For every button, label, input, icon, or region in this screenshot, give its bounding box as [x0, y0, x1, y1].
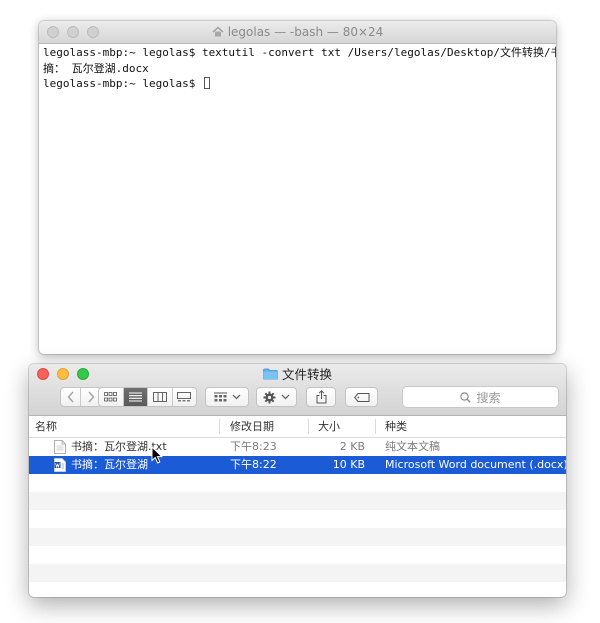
empty-row [29, 564, 566, 582]
gallery-view-button[interactable] [173, 388, 197, 406]
column-header-date[interactable]: 修改日期 [230, 416, 274, 437]
file-date: 下午8:22 [230, 458, 277, 471]
group-grid-icon [213, 392, 227, 402]
terminal-cursor [203, 77, 210, 89]
column-divider[interactable] [308, 419, 309, 434]
file-list: 书摘：瓦尔登湖.txt 下午8:23 2 KB 纯文本文稿 书摘：瓦尔登湖 下午… [29, 438, 566, 597]
file-name: 书摘：瓦尔登湖 [71, 458, 148, 471]
list-view-icon [128, 392, 142, 402]
chevron-down-icon [232, 394, 240, 400]
back-button[interactable] [61, 388, 82, 406]
edit-tags-button[interactable] [345, 387, 378, 407]
terminal-titlebar: legolas — -bash — 80×24 [39, 21, 556, 44]
nav-buttons [60, 387, 102, 407]
folder-icon [263, 368, 278, 380]
list-view-button[interactable] [123, 388, 148, 406]
finder-title: 文件转换 [29, 365, 566, 384]
file-kind: Microsoft Word document (.docx) [385, 458, 566, 471]
empty-row [29, 492, 566, 510]
empty-row [29, 474, 566, 492]
empty-row [29, 546, 566, 564]
share-icon [316, 390, 326, 404]
terminal-line: legolass-mbp:~ legolas$ textutil -conver… [43, 46, 556, 59]
column-header-name[interactable]: 名称 [35, 416, 57, 437]
file-kind: 纯文本文稿 [385, 440, 440, 453]
file-size: 2 KB [339, 440, 365, 453]
file-row[interactable]: 书摘：瓦尔登湖.txt 下午8:23 2 KB 纯文本文稿 [29, 438, 566, 456]
column-view-button[interactable] [148, 388, 173, 406]
search-placeholder: 搜索 [476, 390, 501, 405]
column-header-bar: 名称 修改日期 大小 种类 [29, 416, 566, 438]
column-header-size[interactable]: 大小 [318, 416, 340, 437]
terminal-title-text: legolas — -bash — 80×24 [227, 25, 384, 39]
terminal-line: 摘： 瓦尔登湖.docx [43, 61, 149, 75]
search-icon [460, 391, 472, 403]
column-header-kind[interactable]: 种类 [385, 416, 407, 437]
chevron-down-icon [281, 394, 290, 400]
home-icon [212, 26, 224, 37]
chevron-left-icon [67, 391, 74, 403]
view-mode-control [98, 387, 197, 407]
terminal-output[interactable]: legolass-mbp:~ legolas$ textutil -conver… [39, 44, 556, 93]
file-date: 下午8:23 [230, 440, 277, 453]
empty-row [29, 528, 566, 546]
gear-icon [263, 391, 276, 403]
column-view-icon [152, 392, 167, 402]
column-divider[interactable] [375, 419, 376, 434]
file-row-selected[interactable]: 书摘：瓦尔登湖 下午8:22 10 KB Microsoft Word docu… [29, 456, 566, 474]
tag-icon [353, 392, 369, 402]
empty-row [29, 510, 566, 528]
terminal-prompt: legolass-mbp:~ legolas$ [43, 77, 202, 90]
action-menu-button[interactable] [256, 387, 297, 407]
text-file-icon [54, 440, 66, 454]
icon-view-button[interactable] [99, 388, 124, 406]
empty-row [29, 582, 566, 597]
file-size: 10 KB [332, 458, 365, 471]
terminal-prompt-line: legolass-mbp:~ legolas$ [43, 76, 552, 92]
column-divider[interactable] [219, 419, 220, 434]
search-field[interactable]: 搜索 [402, 386, 559, 408]
terminal-title: legolas — -bash — 80×24 [39, 21, 556, 43]
terminal-window: legolas — -bash — 80×24 legolass-mbp:~ l… [39, 21, 556, 354]
mouse-pointer-icon [151, 446, 163, 464]
finder-window: 文件转换 搜索 名称 修改日期 大小 种类 书摘：瓦尔登湖.txt 下午8:23… [29, 364, 566, 597]
group-by-button[interactable] [205, 387, 249, 407]
gallery-view-icon [177, 392, 192, 402]
word-file-icon [54, 458, 66, 472]
share-button[interactable] [306, 387, 336, 407]
chevron-right-icon [88, 391, 95, 403]
finder-title-text: 文件转换 [281, 367, 332, 382]
finder-toolbar: 文件转换 搜索 [29, 364, 566, 416]
icon-grid-icon [104, 392, 118, 402]
